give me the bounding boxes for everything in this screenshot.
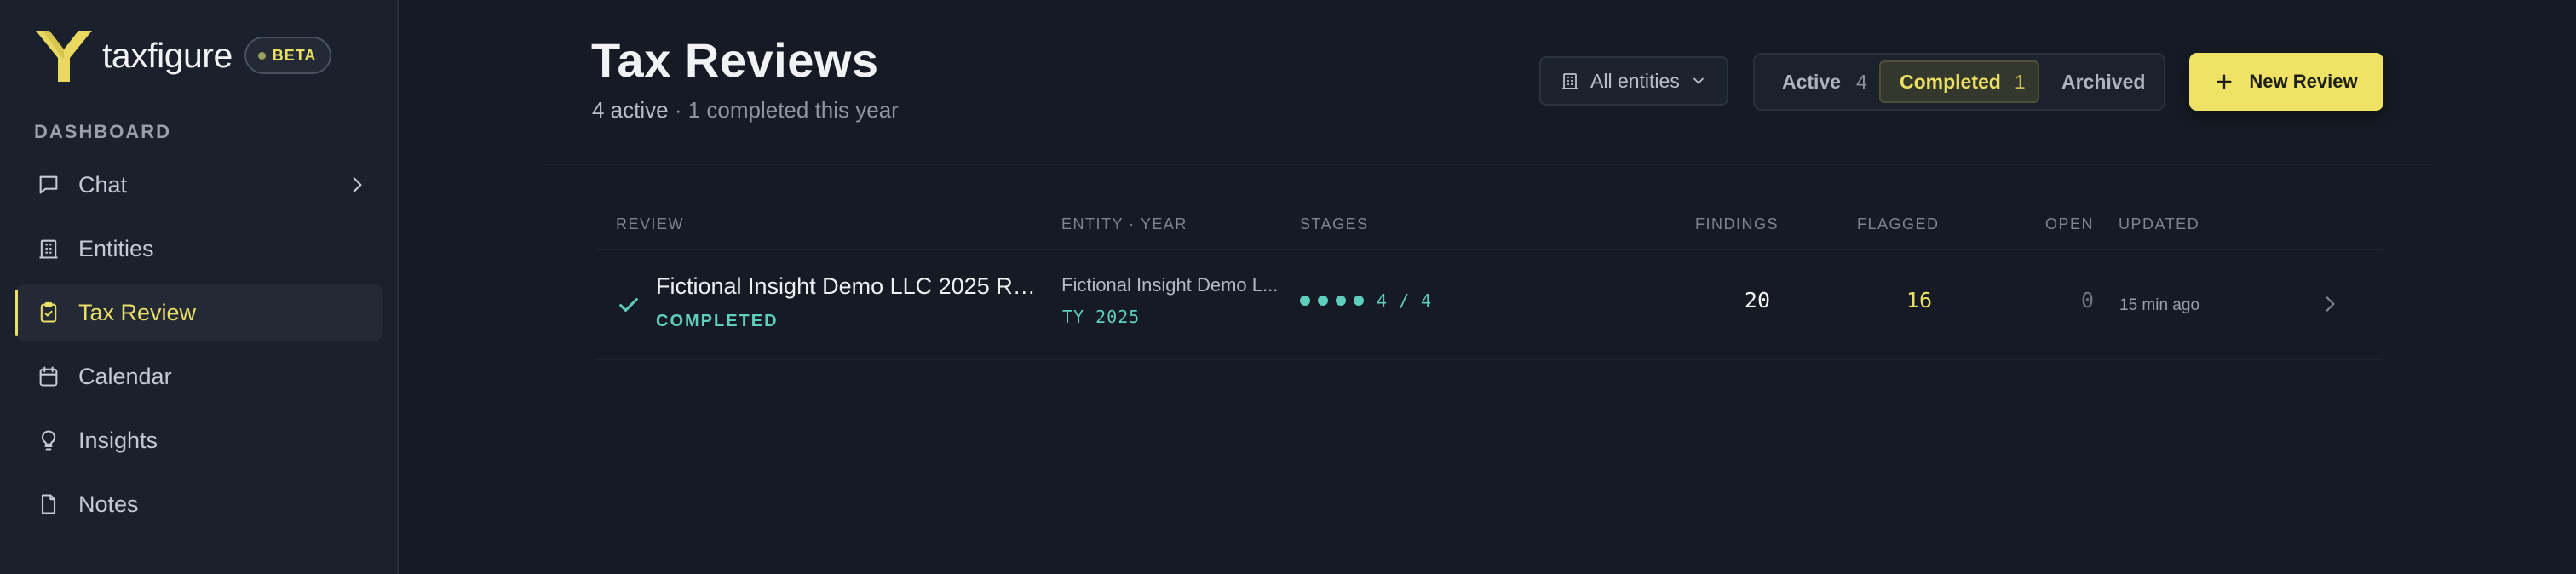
stages-count: 4 / 4 bbox=[1377, 290, 1433, 311]
note-icon bbox=[36, 491, 61, 517]
sidebar-item-label: Calendar bbox=[78, 363, 172, 389]
completed-this-year-text: · 1 completed this year bbox=[668, 97, 899, 123]
status-badge: COMPLETED bbox=[656, 312, 779, 330]
sidebar-item-calendar[interactable]: Calendar bbox=[15, 348, 383, 405]
column-header-review: REVIEW bbox=[616, 215, 685, 232]
tax-year: TY 2025 bbox=[1062, 307, 1141, 327]
tab-label: Active bbox=[1782, 70, 1842, 93]
sidebar: taxfigure BETA DASHBOARD Chat Entities T… bbox=[0, 0, 399, 574]
table-row[interactable]: Fictional Insight Demo LLC 2025 Revi... … bbox=[596, 250, 2382, 359]
sidebar-item-label: Chat bbox=[78, 171, 128, 198]
sidebar-item-insights[interactable]: Insights bbox=[15, 412, 383, 468]
tab-label: Completed bbox=[1900, 70, 2001, 93]
page-subtitle: 4 active · 1 completed this year bbox=[592, 97, 899, 123]
open-count: 0 bbox=[2080, 288, 2094, 313]
chevron-down-icon bbox=[1693, 77, 1704, 84]
stage-dot-icon bbox=[1336, 296, 1346, 306]
new-review-button[interactable]: New Review bbox=[2189, 53, 2383, 111]
tab-count: 4 bbox=[1856, 70, 1867, 93]
column-header-open: OPEN bbox=[2044, 215, 2094, 232]
sidebar-item-label: Notes bbox=[78, 491, 139, 517]
active-count-text: 4 active bbox=[592, 97, 669, 123]
calendar-icon bbox=[36, 364, 61, 389]
column-header-findings: FINDINGS bbox=[1695, 215, 1780, 232]
header-divider bbox=[545, 164, 2431, 165]
flagged-count: 16 bbox=[1906, 288, 1932, 313]
entity-filter-select[interactable]: All entities bbox=[1539, 56, 1728, 106]
tab-count: 1 bbox=[2014, 70, 2026, 93]
column-header-entity-year: ENTITY · YEAR bbox=[1061, 215, 1187, 232]
lightbulb-icon bbox=[36, 428, 61, 453]
sidebar-item-entities[interactable]: Entities bbox=[15, 221, 383, 277]
tab-archived[interactable]: Archived bbox=[2051, 60, 2159, 103]
tab-completed[interactable]: Completed 1 bbox=[1879, 60, 2039, 103]
stage-dot-icon bbox=[1354, 296, 1364, 306]
column-header-stages: STAGES bbox=[1300, 215, 1369, 232]
tab-active[interactable]: Active 4 bbox=[1767, 60, 1872, 103]
beta-dot-icon bbox=[257, 51, 266, 60]
stage-dot-icon bbox=[1300, 296, 1310, 306]
sidebar-item-label: Insights bbox=[78, 427, 158, 453]
sidebar-nav: Chat Entities Tax Review Calendar Insigh… bbox=[15, 157, 383, 540]
tab-label: Archived bbox=[2061, 70, 2146, 93]
brand-name: taxfigure bbox=[102, 35, 233, 75]
review-title: Fictional Insight Demo LLC 2025 Revi... bbox=[656, 273, 1036, 299]
column-header-updated: UPDATED bbox=[2119, 215, 2200, 232]
status-filter-tabs: Active 4 Completed 1 Archived bbox=[1753, 53, 2165, 111]
stages-progress: 4 / 4 bbox=[1300, 290, 1433, 311]
brand[interactable]: taxfigure BETA bbox=[32, 26, 332, 85]
sidebar-item-chat[interactable]: Chat bbox=[15, 157, 383, 213]
column-header-flagged: FLAGGED bbox=[1857, 215, 1940, 232]
sidebar-section-label: DASHBOARD bbox=[34, 121, 171, 142]
new-review-label: New Review bbox=[2249, 71, 2358, 92]
page-title: Tax Reviews bbox=[591, 33, 879, 87]
clipboard-check-icon bbox=[36, 300, 61, 325]
sidebar-item-notes[interactable]: Notes bbox=[15, 476, 383, 532]
chevron-right-icon[interactable] bbox=[2319, 293, 2341, 315]
updated-time: 15 min ago bbox=[2119, 296, 2200, 314]
building-icon bbox=[1562, 73, 1578, 89]
chat-icon bbox=[36, 172, 61, 198]
sidebar-item-label: Entities bbox=[78, 235, 154, 261]
stage-dot-icon bbox=[1318, 296, 1328, 306]
check-icon bbox=[619, 298, 638, 312]
beta-label: BETA bbox=[272, 46, 317, 64]
chevron-right-icon[interactable] bbox=[346, 174, 368, 196]
building-icon bbox=[36, 236, 61, 261]
taxfigure-logo bbox=[36, 31, 92, 82]
plus-icon bbox=[2217, 74, 2232, 89]
beta-badge: BETA bbox=[244, 37, 332, 74]
sidebar-item-tax-review[interactable]: Tax Review bbox=[15, 284, 383, 341]
entity-name: Fictional Insight Demo L... bbox=[1061, 274, 1279, 296]
sidebar-item-label: Tax Review bbox=[78, 299, 197, 325]
entity-filter-value: All entities bbox=[1590, 69, 1680, 92]
table-divider bbox=[596, 359, 2382, 360]
findings-count: 20 bbox=[1744, 288, 1770, 313]
